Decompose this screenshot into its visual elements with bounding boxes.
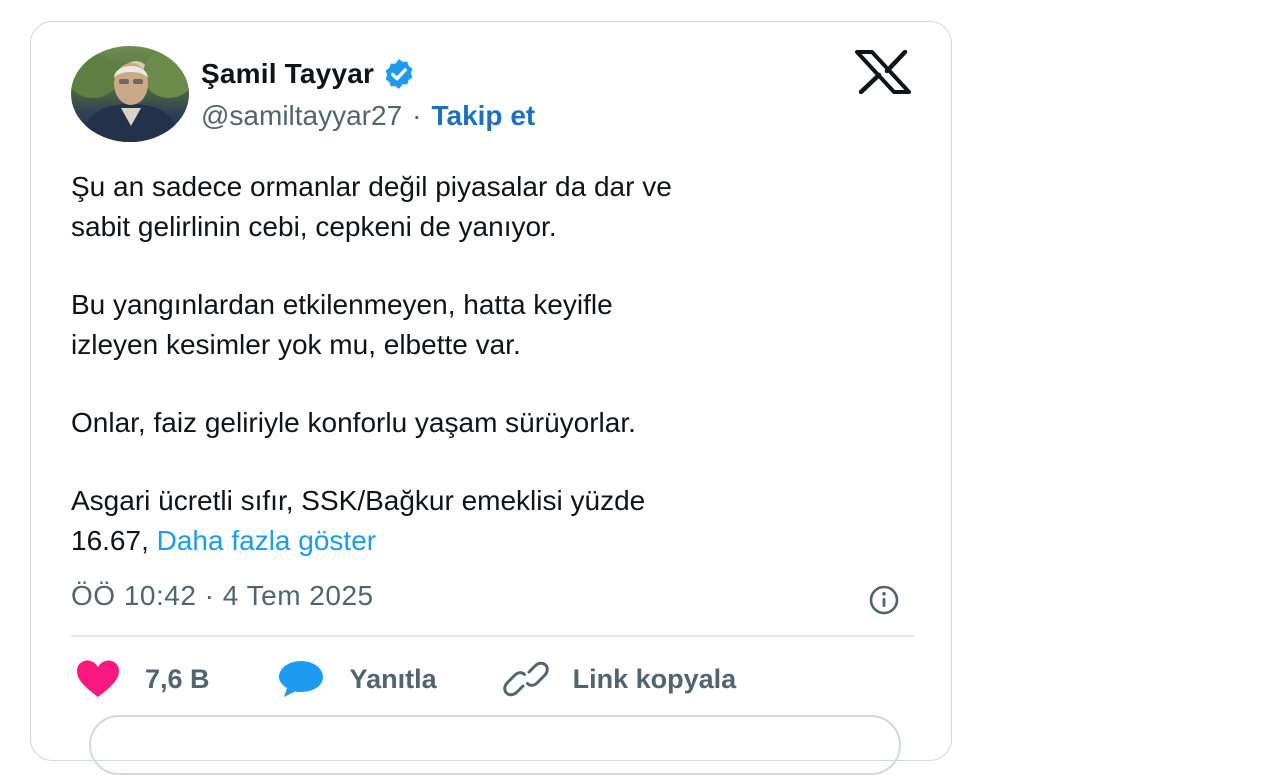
author-name[interactable]: Şamil Tayyar bbox=[201, 58, 374, 90]
author-name-row: Şamil Tayyar bbox=[201, 57, 416, 91]
tweet-paragraph-truncated: Asgari ücretli sıfır, SSK/Bağkur emeklis… bbox=[71, 481, 921, 561]
reply-button[interactable]: Yanıtla bbox=[276, 659, 437, 699]
copy-link-button[interactable]: Link kopyala bbox=[502, 659, 737, 699]
divider bbox=[71, 635, 914, 637]
tweet-paragraph: Onlar, faiz geliriyle konforlu yaşam sür… bbox=[71, 407, 636, 438]
like-count: 7,6 B bbox=[145, 663, 210, 694]
follow-button[interactable]: Takip et bbox=[431, 100, 535, 132]
copy-link-label: Link kopyala bbox=[572, 663, 737, 694]
x-logo-icon[interactable] bbox=[855, 50, 911, 94]
speech-bubble-icon bbox=[278, 661, 323, 697]
info-icon[interactable] bbox=[867, 583, 901, 617]
tweet-paragraph: Şu an sadece ormanlar değil piyasalar da… bbox=[71, 171, 672, 242]
handle-separator: · bbox=[412, 100, 422, 131]
reply-label: Yanıtla bbox=[349, 663, 437, 694]
author-handle[interactable]: @samiltayyar27 bbox=[201, 100, 402, 132]
tweet-text: Şu an sadece ormanlar değil piyasalar da… bbox=[71, 167, 921, 561]
replies-button[interactable] bbox=[89, 715, 901, 775]
heart-icon bbox=[77, 660, 119, 697]
author-avatar[interactable] bbox=[71, 46, 189, 142]
verified-badge-icon bbox=[385, 59, 413, 89]
action-bar: 7,6 B Yanıtla Link kopyala bbox=[75, 659, 736, 699]
show-more-link[interactable]: Daha fazla göster bbox=[157, 525, 376, 556]
tweet-card: Şamil Tayyar @samiltayyar27 · Takip et Ş… bbox=[30, 21, 952, 775]
handle-row: @samiltayyar27 · Takip et bbox=[201, 100, 535, 132]
link-icon bbox=[502, 661, 549, 697]
tweet-timestamp[interactable]: ÖÖ 10:42 · 4 Tem 2025 bbox=[71, 580, 374, 612]
tweet-paragraph: Bu yangınlardan etkilenmeyen, hatta keyi… bbox=[71, 289, 613, 360]
like-button[interactable]: 7,6 B bbox=[75, 659, 210, 699]
